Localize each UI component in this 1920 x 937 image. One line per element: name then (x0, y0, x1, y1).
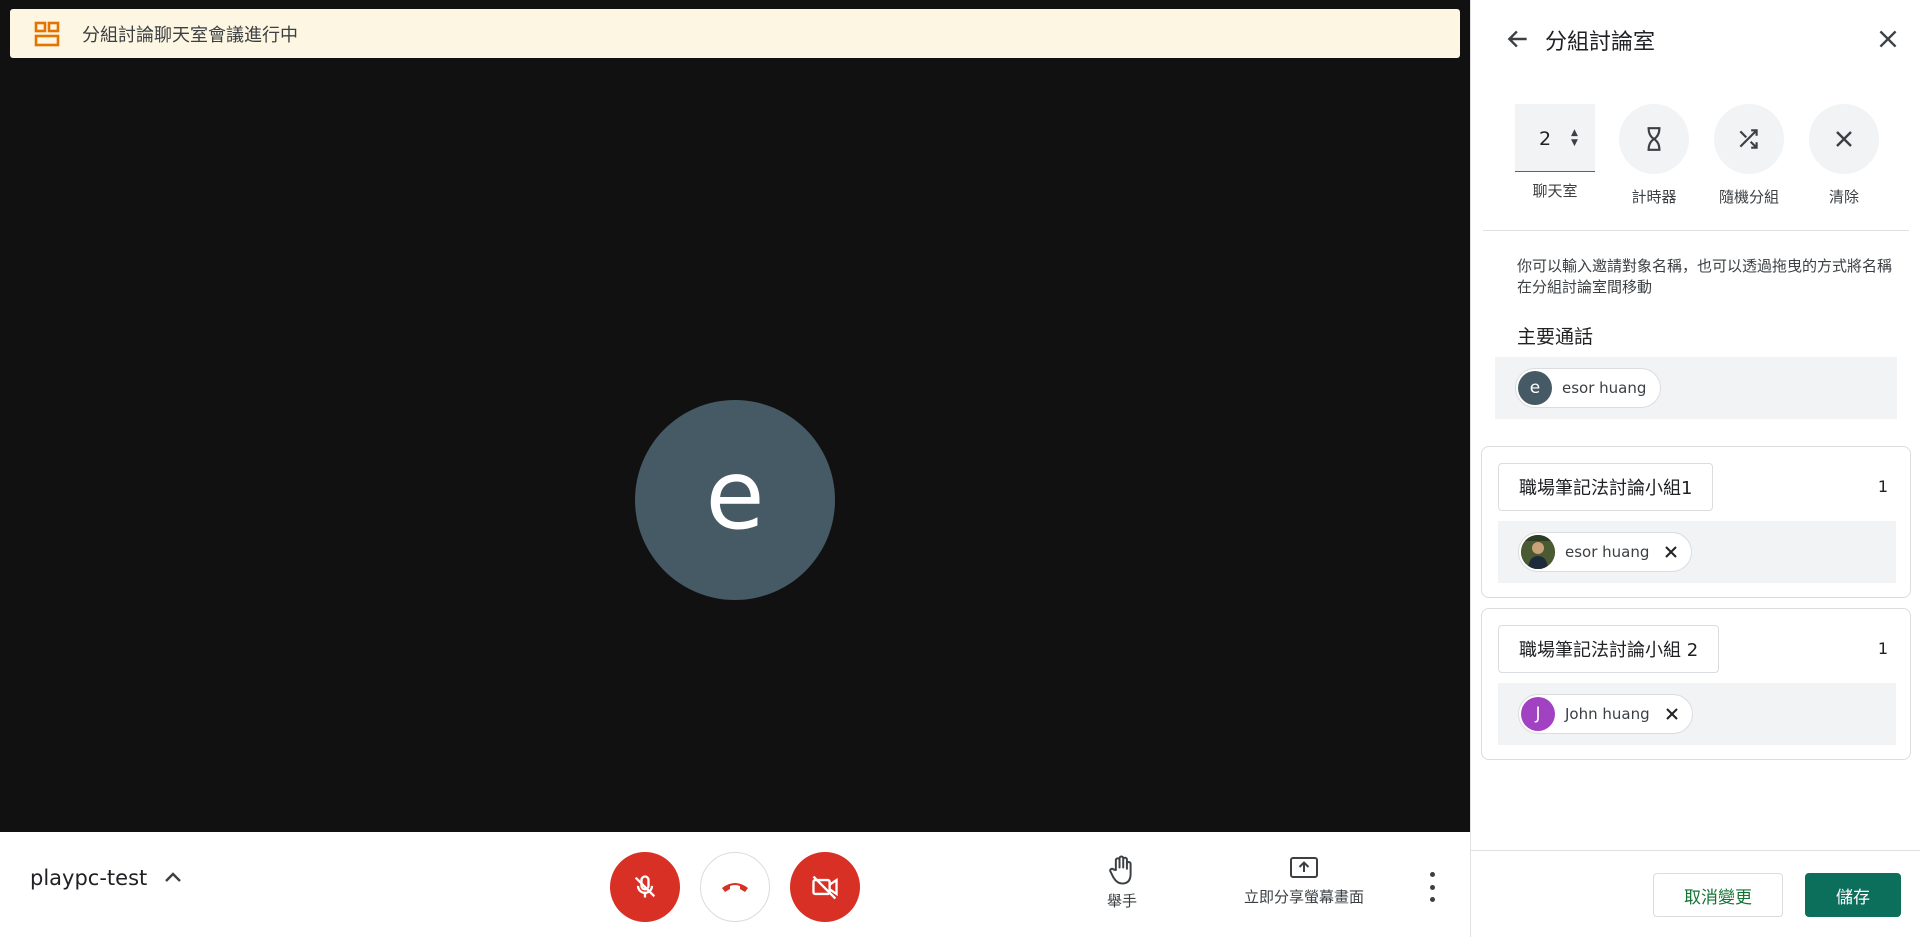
participant-avatar: e (635, 400, 835, 600)
close-icon (1879, 30, 1897, 48)
room-count-label: 聊天室 (1532, 182, 1578, 200)
raise-hand-button[interactable]: 舉手 (1100, 854, 1144, 911)
participant-name: John huang (1565, 705, 1650, 723)
main-call-title: 主要通話 (1517, 326, 1594, 348)
present-now-button[interactable]: 立即分享螢幕畫面 (1234, 854, 1374, 907)
raise-hand-icon (1109, 855, 1132, 885)
breakout-rooms-panel: 分組討論室 2 ▲ ▼ 聊天室 計時器 隨機分組 清除 你可以輸入邀請對象名稱，… (1470, 0, 1920, 937)
more-options-button[interactable] (1420, 872, 1444, 902)
breakout-room-card: 職場筆記法討論小組 2 1 J John huang (1481, 608, 1911, 760)
camera-toggle-button[interactable] (790, 852, 860, 922)
participant-initial: e (705, 439, 765, 551)
participant-chip[interactable]: e esor huang (1515, 368, 1662, 408)
room-members-area: J John huang (1498, 683, 1896, 745)
participant-name: esor huang (1565, 543, 1650, 561)
call-end-icon (722, 883, 748, 892)
participant-chip[interactable]: esor huang (1518, 532, 1693, 572)
shuffle-button[interactable] (1714, 104, 1784, 174)
participant-name: esor huang (1562, 379, 1647, 397)
banner-text: 分組討論聊天室會議進行中 (82, 24, 298, 46)
room-count-stepper[interactable]: 2 ▲ ▼ (1515, 104, 1595, 172)
present-screen-icon (1290, 857, 1318, 878)
bottom-toolbar: playpc-test 舉手 立即分享螢幕畫面 (0, 832, 1470, 937)
shuffle-label: 隨機分組 (1718, 188, 1779, 206)
breakout-tools-row: 2 ▲ ▼ 聊天室 計時器 隨機分組 清除 (1471, 100, 1920, 210)
save-button[interactable]: 儲存 (1805, 873, 1901, 917)
microphone-toggle-button[interactable] (610, 852, 680, 922)
avatar (1521, 535, 1555, 569)
clear-button[interactable] (1809, 104, 1879, 174)
shuffle-icon (1739, 129, 1758, 149)
leave-call-button[interactable] (700, 852, 770, 922)
meeting-details-toggle[interactable]: playpc-test (30, 866, 183, 890)
chevron-up-icon (165, 872, 182, 882)
camera-off-icon (812, 875, 838, 900)
mic-off-icon (634, 875, 656, 898)
more-vert-icon (1429, 872, 1435, 877)
timer-label: 計時器 (1631, 188, 1677, 206)
arrow-back-icon (1507, 30, 1527, 48)
hourglass-icon (1647, 127, 1661, 151)
main-call-members: e esor huang (1495, 357, 1897, 419)
breakout-room-card: 職場筆記法討論小組1 1 esor huang (1481, 446, 1911, 598)
breakout-status-banner: 分組討論聊天室會議進行中 (10, 9, 1460, 58)
breakout-rooms-icon (34, 21, 60, 46)
divider (1471, 850, 1920, 851)
clear-label: 清除 (1828, 188, 1859, 206)
present-now-label: 立即分享螢幕畫面 (1243, 888, 1364, 906)
room-members-area: esor huang (1498, 521, 1896, 583)
meeting-name: playpc-test (30, 866, 148, 890)
participant-chip[interactable]: J John huang (1518, 694, 1693, 734)
avatar: e (1518, 371, 1552, 405)
clear-icon (1836, 131, 1852, 147)
avatar: J (1521, 697, 1555, 731)
timer-button[interactable] (1619, 104, 1689, 174)
instructions-text: 你可以輸入邀請對象名稱，也可以透過拖曳的方式將名稱在分組討論室間移動 (1517, 257, 1893, 296)
close-icon (1665, 546, 1678, 558)
panel-title: 分組討論室 (1545, 30, 1656, 55)
room-count-value: 2 (1539, 128, 1552, 150)
stepper-arrows-icon[interactable]: ▲ ▼ (1571, 128, 1578, 148)
room-name-input[interactable]: 職場筆記法討論小組 2 (1498, 625, 1720, 673)
room-member-count: 1 (1877, 477, 1888, 496)
close-icon (1665, 708, 1678, 720)
panel-header: 分組討論室 (1471, 0, 1920, 78)
profile-photo-icon (1521, 535, 1555, 569)
divider (1483, 230, 1909, 231)
room-name-input[interactable]: 職場筆記法討論小組1 (1498, 463, 1714, 511)
room-member-count: 1 (1877, 639, 1888, 658)
video-stage: 分組討論聊天室會議進行中 e (0, 0, 1470, 832)
back-button[interactable] (1505, 26, 1531, 56)
remove-participant-button[interactable] (1664, 706, 1680, 722)
cancel-changes-button[interactable]: 取消變更 (1653, 873, 1783, 917)
remove-participant-button[interactable] (1663, 544, 1679, 560)
raise-hand-label: 舉手 (1106, 892, 1137, 910)
close-panel-button[interactable] (1875, 26, 1901, 56)
